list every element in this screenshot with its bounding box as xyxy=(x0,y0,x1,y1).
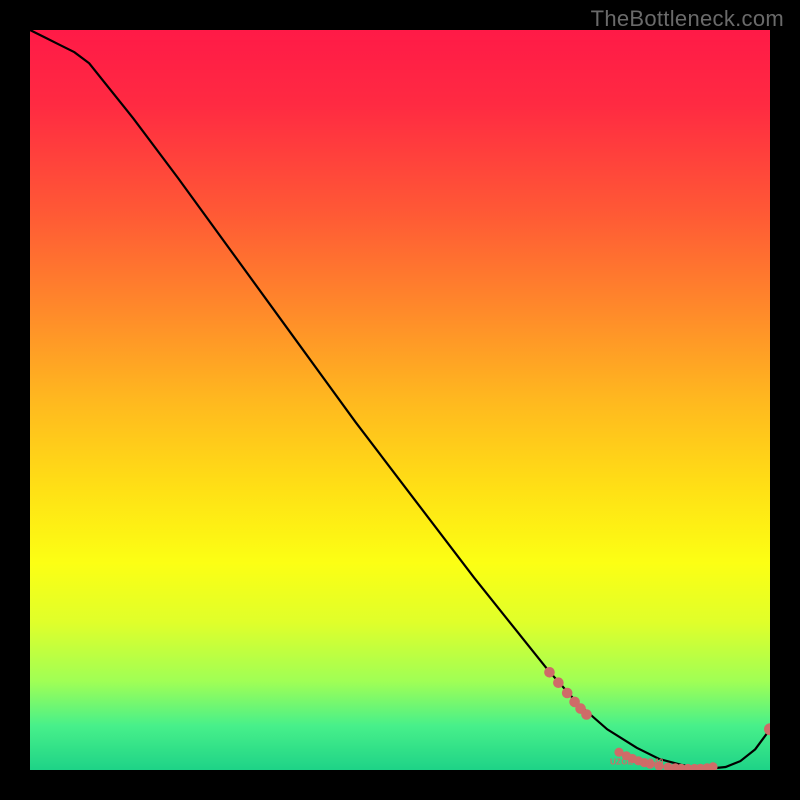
watermark-text: TheBottleneck.com xyxy=(591,6,784,32)
end-marker xyxy=(764,723,770,735)
bottleneck-curve xyxy=(30,30,770,769)
data-marker xyxy=(544,667,555,678)
curve-svg: UZGE-CED40 xyxy=(30,30,770,770)
data-marker xyxy=(562,688,573,699)
data-marker xyxy=(708,762,717,770)
chart-frame: TheBottleneck.com UZGE-CED40 xyxy=(0,0,800,800)
plot-area: UZGE-CED40 xyxy=(30,30,770,770)
data-marker xyxy=(553,677,564,688)
marker-cluster-upper xyxy=(544,667,592,720)
data-marker xyxy=(581,709,592,720)
cluster-label: UZGE-CED40 xyxy=(610,758,664,767)
